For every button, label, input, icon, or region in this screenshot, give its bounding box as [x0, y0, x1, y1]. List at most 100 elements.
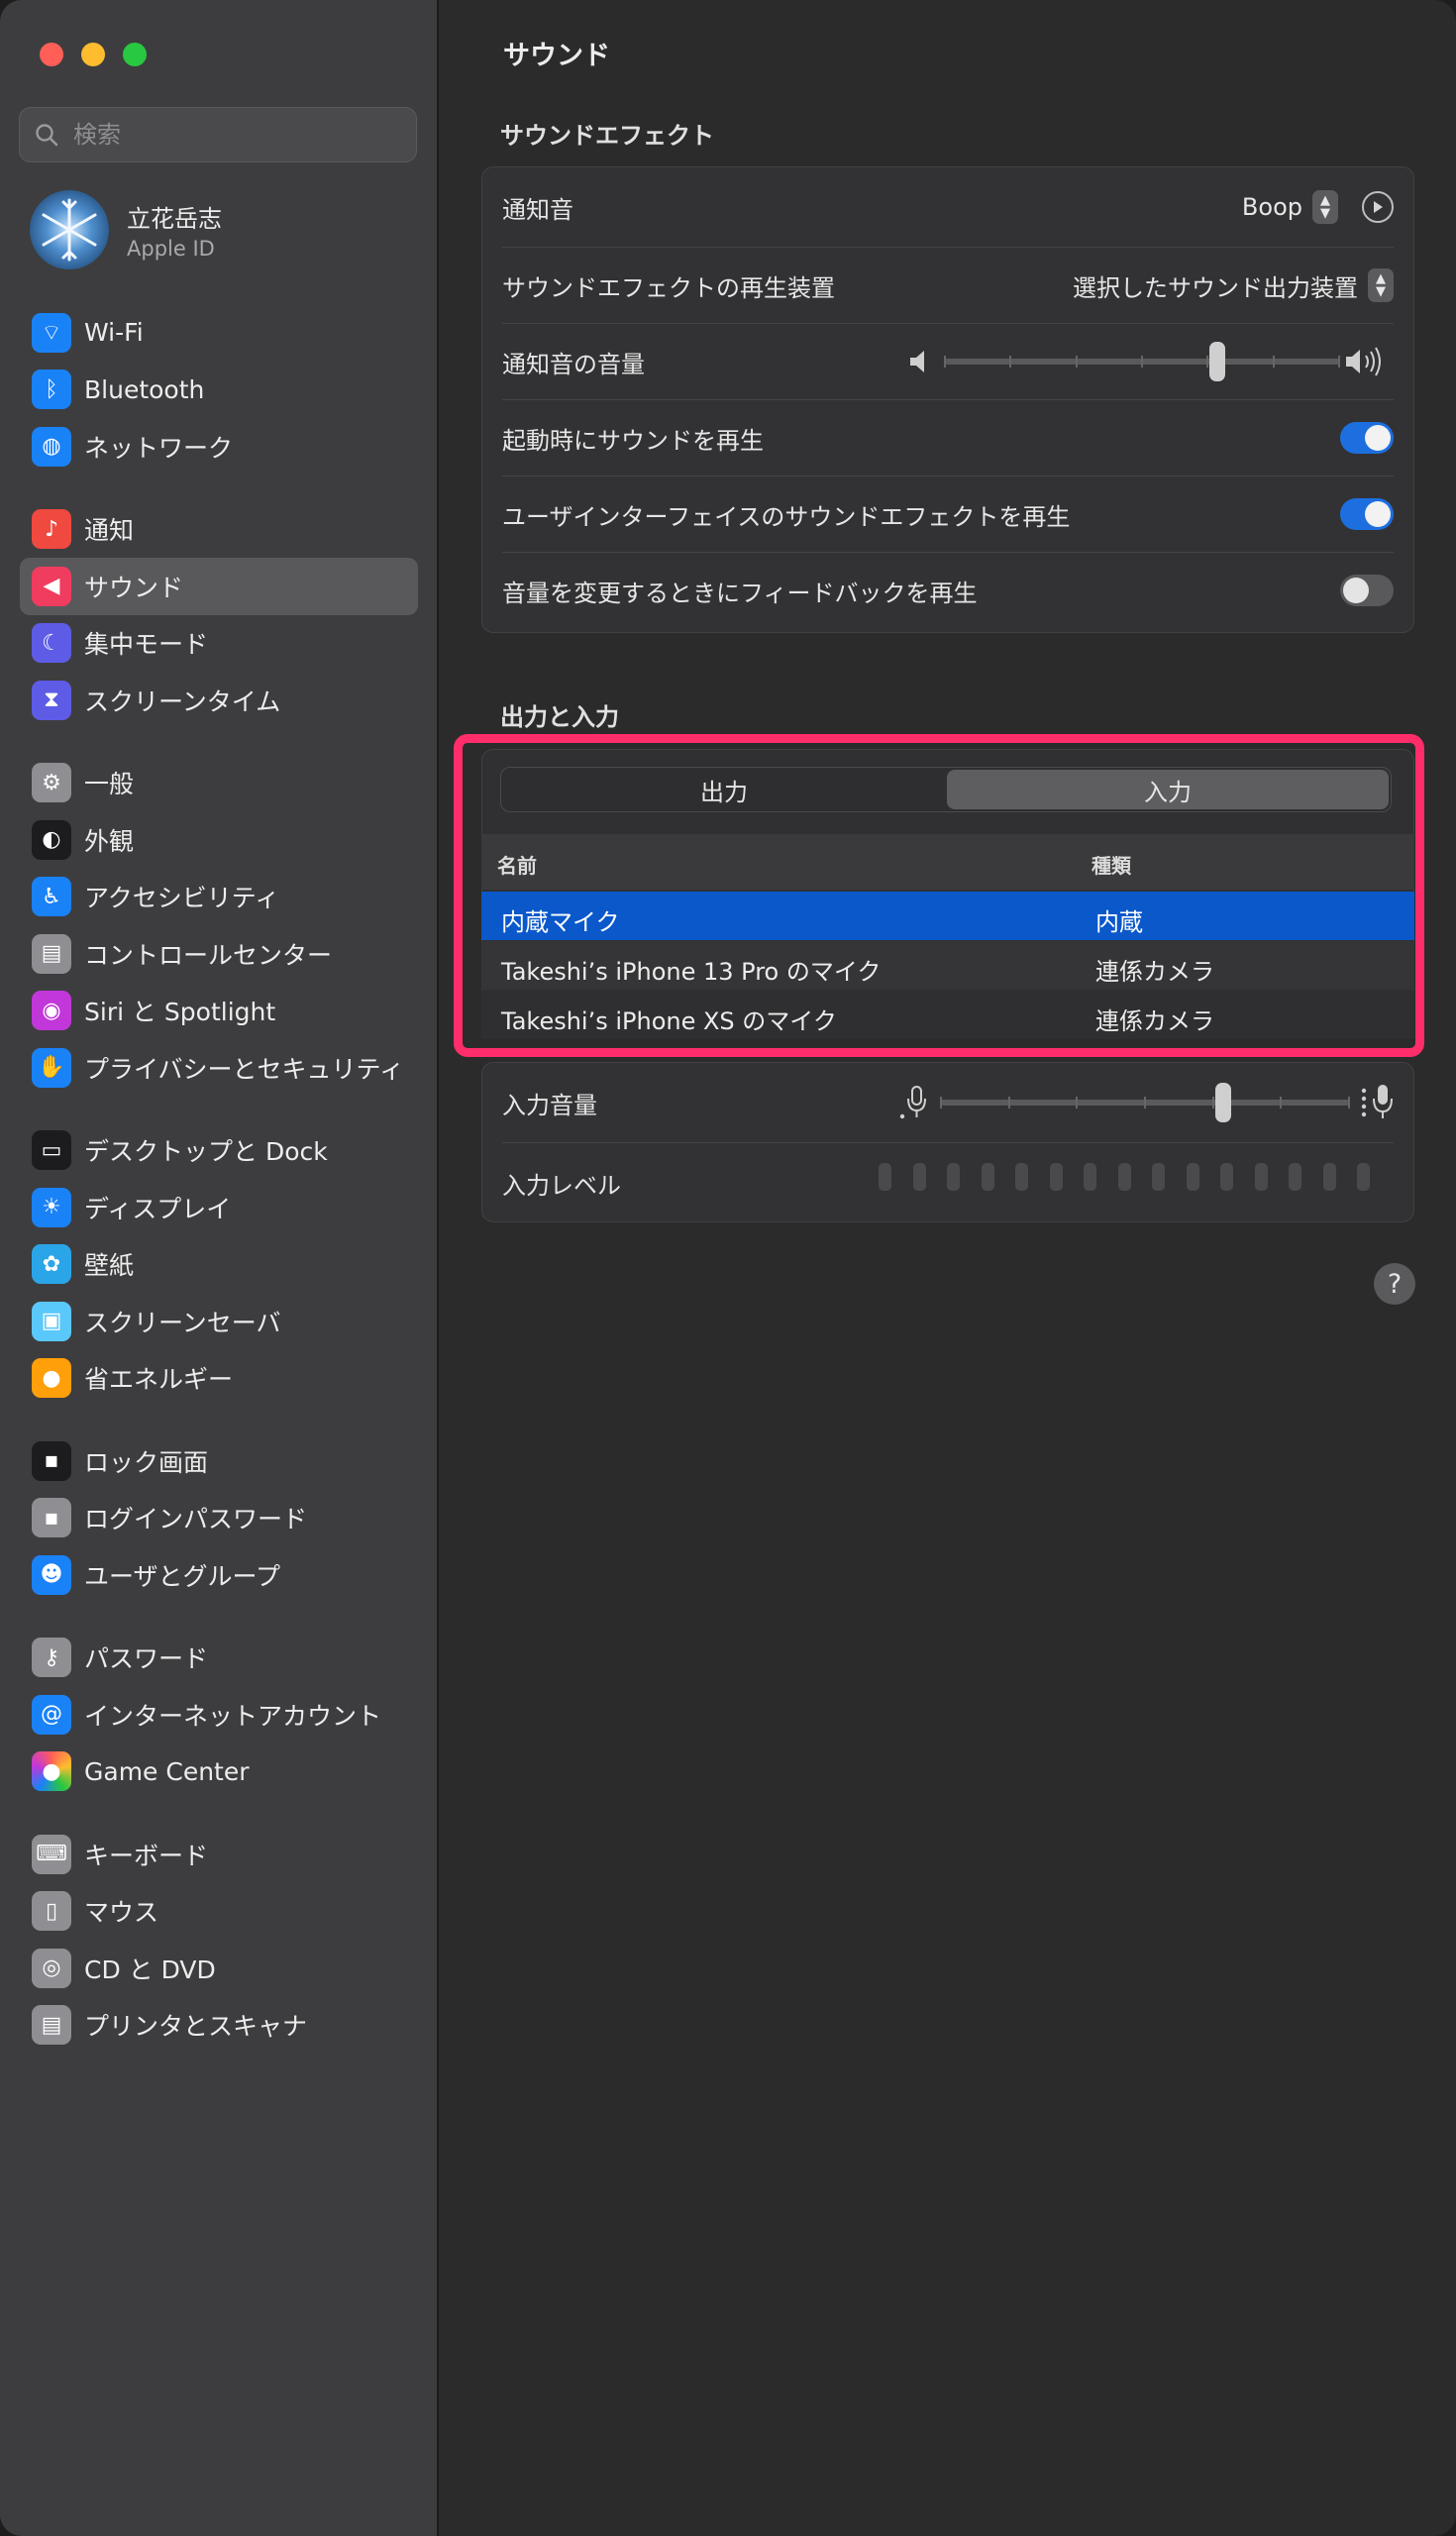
minimize-button[interactable]	[81, 43, 105, 66]
alert-sound-popup[interactable]: Boop ▲ ▼	[1242, 190, 1338, 224]
sun-icon: ☀	[32, 1187, 71, 1227]
input-volume-slider[interactable]	[940, 1083, 1350, 1122]
mic-high-icon	[1361, 1085, 1393, 1118]
level-segment	[1322, 1163, 1336, 1191]
moon-icon: ☾	[32, 623, 71, 664]
play-device-label: サウンドエフェクトの再生装置	[502, 273, 835, 302]
alert-sound-row: 通知音 Boop ▲ ▼	[482, 167, 1413, 247]
play-button[interactable]	[1362, 191, 1394, 223]
sidebar-item[interactable]: ♪ 通知	[20, 501, 418, 559]
slider-tick	[1280, 1097, 1283, 1109]
speaker-high-icon	[1346, 347, 1381, 376]
input-volume-label: 入力音量	[502, 1091, 597, 1119]
level-segment	[1186, 1163, 1199, 1191]
sidebar-item[interactable]: ▤ プリンタとスキャナ	[20, 1997, 418, 2055]
zoom-button[interactable]	[123, 43, 147, 66]
sidebar-item[interactable]: ◎ CD と DVD	[20, 1940, 418, 1997]
ui-effects-toggle[interactable]	[1340, 498, 1394, 530]
level-segment	[1254, 1163, 1268, 1191]
input-controls-group: 入力音量 入力レベル	[481, 1062, 1414, 1222]
sidebar-item[interactable]: ▭ デスクトップと Dock	[20, 1122, 418, 1180]
sidebar-item[interactable]: ⌨ キーボード	[20, 1826, 418, 1883]
sidebar-item[interactable]: ⧗ スクリーンタイム	[20, 672, 418, 729]
sidebar-item[interactable]: ☀ ディスプレイ	[20, 1179, 418, 1236]
sidebar-item[interactable]: ♿ アクセシビリティ	[20, 869, 418, 926]
sidebar-item-label: スクリーンタイム	[84, 687, 281, 716]
slider-tick	[1009, 356, 1012, 368]
slider-thumb[interactable]	[1214, 1083, 1231, 1122]
sidebar-item[interactable]: ▪ ロック画面	[20, 1432, 418, 1490]
level-segment	[1049, 1163, 1063, 1191]
sidebar-item[interactable]: ◉ Siri と Spotlight	[20, 983, 418, 1040]
chevron-updown-icon: ▲ ▼	[1312, 190, 1338, 224]
avatar	[30, 190, 109, 269]
input-level-meter	[482, 1143, 1413, 1222]
sidebar-item-label: パスワード	[84, 1644, 209, 1674]
sidebar-item-label: キーボード	[84, 1841, 209, 1870]
volume-feedback-row: 音量を変更するときにフィードバックを再生	[482, 553, 1413, 628]
play-icon	[1374, 201, 1383, 213]
highlight-annotation	[454, 734, 1424, 1057]
sidebar-item[interactable]: ● 省エネルギー	[20, 1350, 418, 1408]
sidebar-item[interactable]: ◐ 外観	[20, 811, 418, 869]
sidebar-item[interactable]: ⚙ 一般	[20, 755, 418, 812]
sidebar-nav: ⌔ Wi-Fi ᛒ Bluetooth ◍ ネットワーク ♪ 通知 ◀ サウンド ☾ 集中モード ⧗ スク…	[20, 304, 418, 2054]
bulb-icon: ●	[32, 1358, 71, 1399]
sidebar-item[interactable]: @ インターネットアカウント	[20, 1686, 418, 1744]
play-device-popup[interactable]: 選択したサウンド出力装置 ▲ ▼	[1073, 268, 1394, 303]
sidebar-item-label: 一般	[84, 770, 135, 799]
sidebar-item[interactable]: ✋ プライバシーとセキュリティ	[20, 1039, 418, 1097]
slider-tick	[1338, 356, 1340, 368]
close-button[interactable]	[40, 43, 63, 66]
sidebar-item-label: ネットワーク	[84, 433, 234, 463]
sidebar-item[interactable]: ⚷ パスワード	[20, 1630, 418, 1687]
slider-tick	[1272, 356, 1275, 368]
sidebar-item[interactable]: ☻ ユーザとグループ	[20, 1546, 418, 1604]
slider-tick	[1211, 1097, 1214, 1109]
sidebar-item[interactable]: ▪ ログインパスワード	[20, 1490, 418, 1547]
slider-tick	[940, 1097, 942, 1109]
sidebar-item-label: Game Center	[84, 1756, 250, 1786]
key-icon: ⚷	[32, 1638, 71, 1678]
window-controls	[40, 43, 147, 66]
apple-id-profile[interactable]: 立花岳志 Apple ID	[30, 190, 222, 269]
siri-icon: ◉	[32, 991, 71, 1031]
alert-volume-slider[interactable]	[944, 342, 1340, 381]
sidebar-item[interactable]: ᛒ Bluetooth	[20, 362, 418, 419]
sidebar-item-label: Bluetooth	[84, 374, 205, 404]
sidebar-item-label: ディスプレイ	[84, 1194, 232, 1223]
sidebar-item[interactable]: ✿ 壁紙	[20, 1236, 418, 1294]
bell-icon: ♪	[32, 509, 71, 550]
volume-feedback-label: 音量を変更するときにフィードバックを再生	[502, 579, 978, 607]
page-title: サウンド	[503, 41, 610, 71]
sidebar-item[interactable]: ☾ 集中モード	[20, 615, 418, 673]
sidebar-item[interactable]: ● Game Center	[20, 1744, 418, 1801]
startup-sound-toggle[interactable]	[1340, 422, 1394, 454]
alert-volume-row: 通知音の音量	[482, 324, 1413, 399]
sidebar-item[interactable]: ⌔ Wi-Fi	[20, 304, 418, 362]
level-segment	[1084, 1163, 1096, 1191]
hand-icon: ✋	[32, 1047, 71, 1088]
sidebar-item[interactable]: ▣ スクリーンセーバ	[20, 1293, 418, 1350]
help-button[interactable]: ?	[1374, 1263, 1415, 1305]
level-segment	[1357, 1163, 1370, 1191]
slider-tick	[944, 356, 946, 368]
sidebar-item[interactable]: ▤ コントロールセンター	[20, 925, 418, 983]
search-icon	[36, 124, 58, 147]
wifi-icon: ⌔	[32, 312, 71, 353]
slider-thumb[interactable]	[1209, 342, 1225, 381]
play-device-value: 選択したサウンド出力装置	[1073, 273, 1358, 302]
search-input[interactable]	[71, 120, 392, 150]
slider-tick	[1141, 356, 1143, 368]
sidebar-item-label: デスクトップと Dock	[84, 1137, 328, 1167]
alert-sound-value: Boop	[1241, 193, 1302, 221]
startup-sound-label: 起動時にサウンドを再生	[502, 426, 764, 455]
sidebar-item[interactable]: ▯ マウス	[20, 1883, 418, 1941]
sidebar-item[interactable]: ◀ サウンド	[20, 558, 418, 615]
search-field[interactable]	[19, 107, 417, 162]
sidebar-item[interactable]: ◍ ネットワーク	[20, 418, 418, 476]
volume-feedback-toggle[interactable]	[1340, 575, 1394, 606]
profile-subtitle: Apple ID	[127, 237, 215, 261]
lock-screen-icon: ▪	[32, 1440, 71, 1481]
appearance-icon: ◐	[32, 819, 71, 860]
